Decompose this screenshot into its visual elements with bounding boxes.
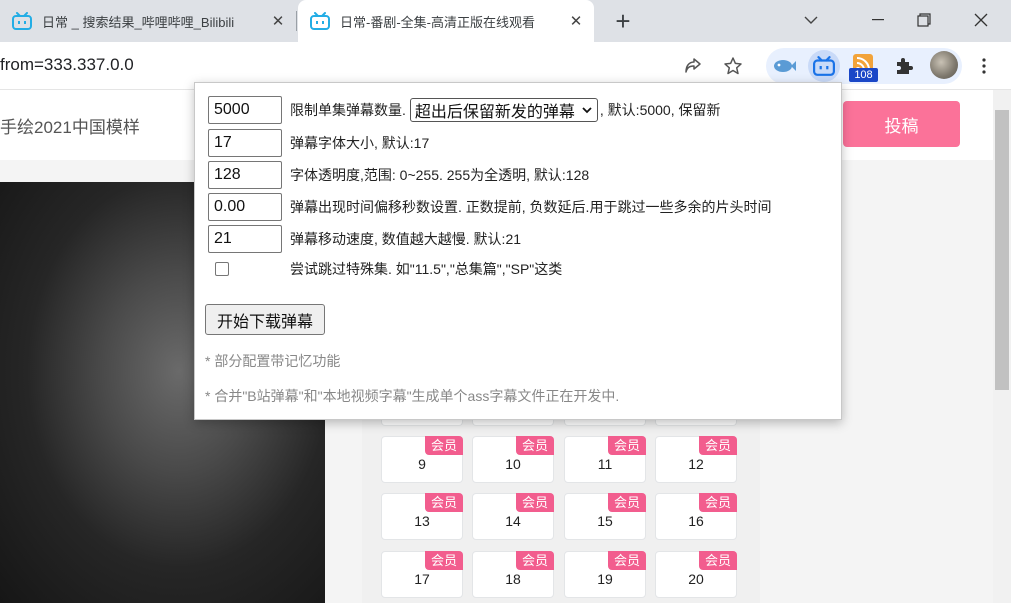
overflow-mode-value: 超出后保留新发的弹幕 xyxy=(414,104,575,121)
tab-title: 日常 _ 搜索结果_哔哩哔哩_Bilibili xyxy=(42,14,235,30)
tab-episode-page[interactable]: 日常-番剧-全集-高清正版在线观看 ✕ xyxy=(298,0,594,42)
episode-number: 15 xyxy=(597,513,613,529)
opacity-label: 字体透明度,范围: 0~255. 255为全透明, 默认:128 xyxy=(290,167,590,183)
episode-item[interactable]: 会员 20 xyxy=(655,551,737,598)
episode-number: 19 xyxy=(597,571,613,587)
bilibili-extension-icon[interactable] xyxy=(810,52,838,80)
vip-badge: 会员 xyxy=(699,493,737,512)
vip-badge: 会员 xyxy=(425,551,463,570)
vip-badge: 会员 xyxy=(608,551,646,570)
new-tab-button[interactable]: + xyxy=(609,6,637,36)
vip-badge: 会员 xyxy=(608,436,646,455)
share-icon[interactable] xyxy=(679,52,707,80)
episode-item[interactable]: 会员 9 xyxy=(381,436,463,483)
episode-number: 13 xyxy=(414,513,430,529)
skip-special-label: 尝试跳过特殊集. 如"11.5","总集篇","SP"这类 xyxy=(290,261,563,277)
episode-number: 12 xyxy=(688,456,704,472)
merge-note: * 合并"B站弹幕"和"本地视频字幕"生成单个ass字幕文件正在开发中. xyxy=(205,388,620,404)
danmaku-limit-default: , 默认:5000, 保留新 xyxy=(599,102,721,118)
speed-label: 弹幕移动速度, 数值越大越慢. 默认:21 xyxy=(290,231,522,247)
vip-badge: 会员 xyxy=(699,551,737,570)
skip-special-row: 尝试跳过特殊集. 如"11.5","总集篇","SP"这类 xyxy=(208,255,562,283)
skip-special-checkbox[interactable] xyxy=(215,262,229,276)
tab-search-results[interactable]: 日常 _ 搜索结果_哔哩哔哩_Bilibili ✕ xyxy=(0,0,296,42)
vip-badge: 会员 xyxy=(425,493,463,512)
episode-number: 18 xyxy=(505,571,521,587)
episode-item[interactable]: 会员 12 xyxy=(655,436,737,483)
font-size-row: 弹幕字体大小, 默认:17 xyxy=(208,129,429,157)
episode-item[interactable]: 会员 10 xyxy=(472,436,554,483)
episode-item[interactable]: 会员 18 xyxy=(472,551,554,598)
avatar[interactable] xyxy=(930,51,958,79)
puzzle-extensions-icon[interactable] xyxy=(890,52,918,80)
episode-item[interactable]: 会员 19 xyxy=(564,551,646,598)
episode-item[interactable]: 会员 15 xyxy=(564,493,646,540)
vip-badge: 会员 xyxy=(608,493,646,512)
fish-extension-icon[interactable] xyxy=(770,52,798,80)
close-icon[interactable]: ✕ xyxy=(564,9,588,33)
more-menu-icon[interactable] xyxy=(970,52,998,80)
episode-number: 16 xyxy=(688,513,704,529)
window-close-icon[interactable] xyxy=(958,0,1004,40)
chevron-down-icon xyxy=(582,107,592,114)
tab-search-chevron-icon[interactable] xyxy=(788,0,834,40)
time-offset-input[interactable] xyxy=(208,193,282,221)
danmaku-extension-popup: 限制单集弹幕数量. 超出后保留新发的弹幕 , 默认:5000, 保留新 弹幕字体… xyxy=(194,82,842,420)
vip-badge: 会员 xyxy=(425,436,463,455)
bilibili-icon xyxy=(310,12,330,30)
close-icon[interactable]: ✕ xyxy=(266,9,290,33)
overflow-mode-select[interactable]: 超出后保留新发的弹幕 xyxy=(409,98,598,122)
episode-number: 14 xyxy=(505,513,521,529)
vip-badge: 会员 xyxy=(516,436,554,455)
vip-badge: 会员 xyxy=(699,436,737,455)
address-bar[interactable]: from=333.337.0.0 xyxy=(0,55,134,75)
episode-number: 20 xyxy=(688,571,704,587)
extension-badge: 108 xyxy=(849,68,878,82)
vip-badge: 会员 xyxy=(516,493,554,512)
episode-item[interactable]: 会员 13 xyxy=(381,493,463,540)
episode-item[interactable]: 会员 11 xyxy=(564,436,646,483)
memory-note: * 部分配置带记忆功能 xyxy=(205,353,341,369)
vip-badge: 会员 xyxy=(516,551,554,570)
restore-icon[interactable] xyxy=(901,0,947,40)
opacity-input[interactable] xyxy=(208,161,282,189)
search-input[interactable]: 手绘2021中国模样 xyxy=(0,113,140,138)
danmaku-limit-label: 限制单集弹幕数量. xyxy=(290,102,406,118)
start-download-button[interactable]: 开始下载弹幕 xyxy=(205,304,325,335)
time-offset-label: 弹幕出现时间偏移秒数设置. 正数提前, 负数延后.用于跳过一些多余的片头时间 xyxy=(290,199,772,215)
episode-number: 11 xyxy=(597,456,613,472)
minimize-icon[interactable] xyxy=(855,0,901,40)
tab-strip: 日常 _ 搜索结果_哔哩哔哩_Bilibili ✕ 日常-番剧-全集-高清正版在… xyxy=(0,0,1011,42)
opacity-row: 字体透明度,范围: 0~255. 255为全透明, 默认:128 xyxy=(208,161,589,189)
episode-item[interactable]: 会员 16 xyxy=(655,493,737,540)
episode-number: 10 xyxy=(505,456,521,472)
episode-item[interactable]: 会员 17 xyxy=(381,551,463,598)
episode-number: 17 xyxy=(414,571,430,587)
tab-title: 日常-番剧-全集-高清正版在线观看 xyxy=(340,14,535,30)
bookmark-star-icon[interactable] xyxy=(719,52,747,80)
bilibili-icon xyxy=(12,12,32,30)
scrollbar-thumb[interactable] xyxy=(995,110,1009,390)
upload-button[interactable]: 投稿 xyxy=(843,101,960,147)
speed-row: 弹幕移动速度, 数值越大越慢. 默认:21 xyxy=(208,225,521,253)
episode-number: 9 xyxy=(418,456,426,472)
episode-item[interactable]: 会员 14 xyxy=(472,493,554,540)
danmaku-limit-input[interactable] xyxy=(208,96,282,124)
speed-input[interactable] xyxy=(208,225,282,253)
danmaku-limit-row: 限制单集弹幕数量. 超出后保留新发的弹幕 , 默认:5000, 保留新 xyxy=(208,96,721,124)
font-size-label: 弹幕字体大小, 默认:17 xyxy=(290,135,430,151)
tab-divider xyxy=(296,11,297,31)
font-size-input[interactable] xyxy=(208,129,282,157)
time-offset-row: 弹幕出现时间偏移秒数设置. 正数提前, 负数延后.用于跳过一些多余的片头时间 xyxy=(208,193,771,221)
